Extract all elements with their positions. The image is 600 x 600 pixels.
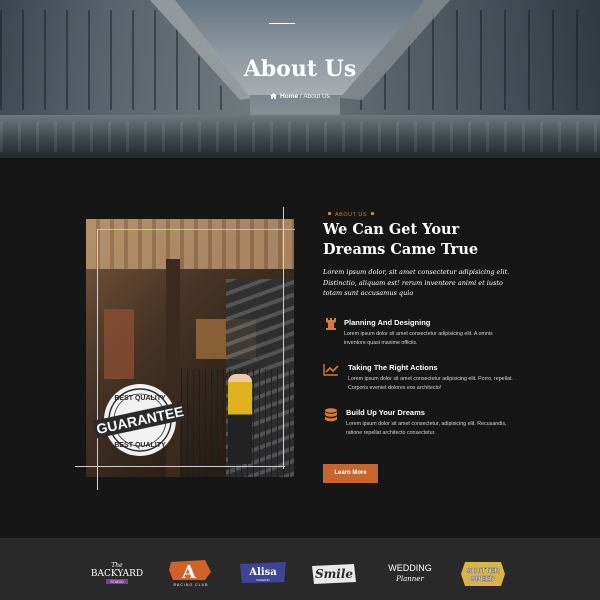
logo-text: RACING CLUB [174, 583, 209, 587]
logo-text: STUDIO [110, 580, 124, 584]
racing-club-logo-icon: A RACING CLUB [169, 560, 211, 587]
home-icon [270, 93, 277, 99]
badge-bottom-text: BEST QUALITY [114, 442, 166, 449]
section-lead: Lorem ipsum dolor, sit amet consectetur … [323, 268, 510, 297]
breadcrumb: Home / About Us [0, 93, 600, 100]
alisa-logo-icon: Alisa FASHION [240, 562, 286, 583]
feature-title: Planning And Designing [344, 318, 431, 327]
logo-wedding-planner[interactable]: WEDDING Planner [383, 560, 437, 593]
eyebrow-dot [328, 212, 331, 215]
photo-brick-wall [104, 309, 134, 379]
breadcrumb-current: About Us [303, 93, 330, 100]
logo-text: A [181, 562, 197, 583]
feature-description: Lorem ipsum dolor sit amet consectetur a… [344, 331, 493, 346]
logo-text: Alisa [248, 567, 277, 578]
chess-rook-icon [326, 318, 336, 330]
breadcrumb-home-link[interactable]: Home [280, 93, 298, 100]
logo-text: Smile [315, 567, 353, 581]
feature-description: Lorem ipsum dolor sit amet consectetur a… [348, 376, 513, 391]
smile-logo-icon: Smile [312, 564, 356, 584]
logo-text: Planner [395, 575, 424, 583]
eyebrow-text: ABOUT US [335, 212, 368, 218]
badge-top-text: BEST QUALITY [114, 395, 166, 402]
frame-line-vertical [283, 207, 284, 469]
logo-text: BACKYARD [91, 569, 143, 579]
feature-title: Build Up Your Dreams [346, 408, 425, 417]
frame-line-horizontal [75, 466, 285, 467]
learn-more-button[interactable]: Learn More [323, 464, 378, 483]
logo-text: SPEED [471, 576, 495, 583]
feature-description: Lorem ipsum dolor sit amet consectetur, … [346, 421, 507, 436]
guarantee-badge-icon: BEST QUALITY GUARANTEE BEST QUALITY [93, 384, 187, 456]
logo-text: FASHION [256, 578, 269, 582]
logo-text: WEDDING [388, 563, 432, 573]
logo-smile[interactable]: Smile [308, 560, 360, 593]
logo-text: SHUTTER [466, 568, 499, 575]
shutter-speed-logo-icon: SHUTTER SPEED [461, 562, 505, 586]
database-icon [325, 408, 337, 422]
logo-shutter-speed[interactable]: SHUTTER SPEED [455, 560, 511, 593]
section-heading: We Can Get Your Dreams Came True [323, 221, 479, 258]
trend-chart-icon [323, 364, 339, 376]
wedding-planner-logo-icon: WEDDING Planner [388, 563, 432, 583]
logo-text: The [111, 562, 123, 569]
frame-line-top [97, 229, 295, 230]
photo-ceiling [86, 219, 294, 269]
hero-divider [269, 23, 295, 24]
logo-backyard[interactable]: The BACKYARD STUDIO [90, 560, 145, 593]
logo-racing-club[interactable]: A RACING CLUB [165, 558, 217, 593]
photo-person [228, 374, 252, 464]
logo-alisa[interactable]: Alisa FASHION [238, 560, 288, 591]
backyard-logo-icon: The BACKYARD STUDIO [91, 562, 143, 584]
breadcrumb-separator: / [299, 93, 302, 100]
page-title: About Us [243, 56, 357, 82]
feature-title: Taking The Right Actions [348, 363, 438, 372]
eyebrow-dot [371, 212, 375, 215]
section-eyebrow: ABOUT US [324, 212, 378, 218]
